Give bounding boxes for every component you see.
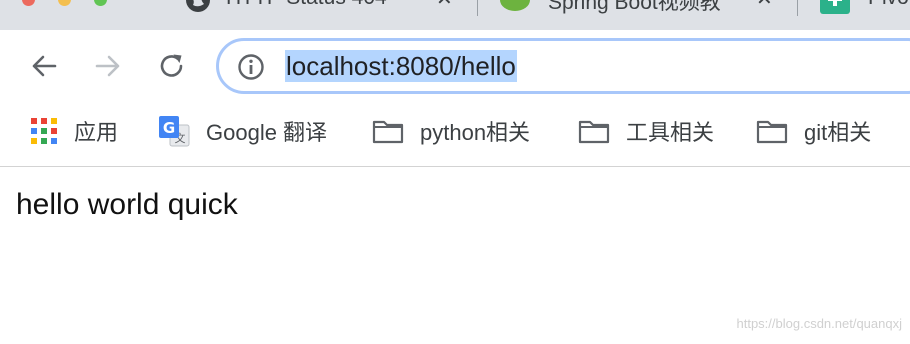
tab-strip: HTTP Status 404 ✕ Spring Boot视频教 ✕ Pivo xyxy=(0,0,910,30)
bookmark-label: Google 翻译 xyxy=(206,120,328,145)
watermark-text: https://blog.csdn.net/quanqxj xyxy=(736,316,902,331)
bookmark-folder-python[interactable]: python相关 xyxy=(372,114,530,148)
tab-separator xyxy=(477,0,478,16)
browser-toolbar: localhost:8080/hello xyxy=(0,30,910,102)
tab-spring-boot[interactable]: Spring Boot视频教 ✕ xyxy=(492,0,788,30)
bookmark-label: 工具相关 xyxy=(626,120,715,145)
tab-title: HTTP Status 404 xyxy=(226,0,387,10)
back-button[interactable] xyxy=(26,48,62,84)
window-minimize-button[interactable] xyxy=(58,0,71,6)
folder-icon xyxy=(578,120,610,144)
window-maximize-button[interactable] xyxy=(94,0,107,6)
window-close-button[interactable] xyxy=(22,0,35,6)
svg-text:G: G xyxy=(163,119,175,137)
bookmark-label: git相关 xyxy=(804,120,872,145)
folder-icon xyxy=(756,120,788,144)
reload-icon xyxy=(160,54,183,77)
tab-http-status-404[interactable]: HTTP Status 404 ✕ xyxy=(180,0,470,30)
plus-icon xyxy=(820,0,850,14)
bookmark-folder-tools[interactable]: 工具相关 xyxy=(578,114,714,148)
google-translate-icon: 文 G xyxy=(159,116,190,147)
tab-title: Pivo xyxy=(868,0,909,10)
info-icon[interactable] xyxy=(237,53,265,81)
tab-separator xyxy=(797,0,798,16)
omnibox[interactable]: localhost:8080/hello xyxy=(216,38,910,94)
bookmark-label: 应用 xyxy=(74,120,119,145)
bookmark-google-translate[interactable]: 文 G Google 翻译 xyxy=(158,114,327,148)
forward-button[interactable] xyxy=(90,48,126,84)
spring-leaf-icon xyxy=(500,0,530,11)
arrow-right-icon xyxy=(95,55,120,77)
tab-title: Spring Boot视频教 xyxy=(548,0,721,14)
bookmarks-bar: 应用 文 G Google 翻译 python相关 工具相关 git相关 xyxy=(0,102,910,167)
tab-pivo[interactable]: Pivo xyxy=(812,0,910,30)
arrow-left-icon xyxy=(32,55,57,77)
page-body-text: hello world quick xyxy=(16,188,238,221)
bookmark-label: python相关 xyxy=(420,120,531,145)
bookmark-folder-git[interactable]: git相关 xyxy=(756,114,871,148)
tab-close-icon[interactable]: ✕ xyxy=(436,0,453,11)
bookmark-apps[interactable]: 应用 xyxy=(30,114,118,148)
folder-icon xyxy=(372,120,404,144)
reload-button[interactable] xyxy=(154,48,190,84)
tab-close-icon[interactable]: ✕ xyxy=(756,0,773,11)
url-text[interactable]: localhost:8080/hello xyxy=(285,50,517,82)
globe-icon xyxy=(186,0,210,12)
apps-grid-icon xyxy=(31,118,57,144)
